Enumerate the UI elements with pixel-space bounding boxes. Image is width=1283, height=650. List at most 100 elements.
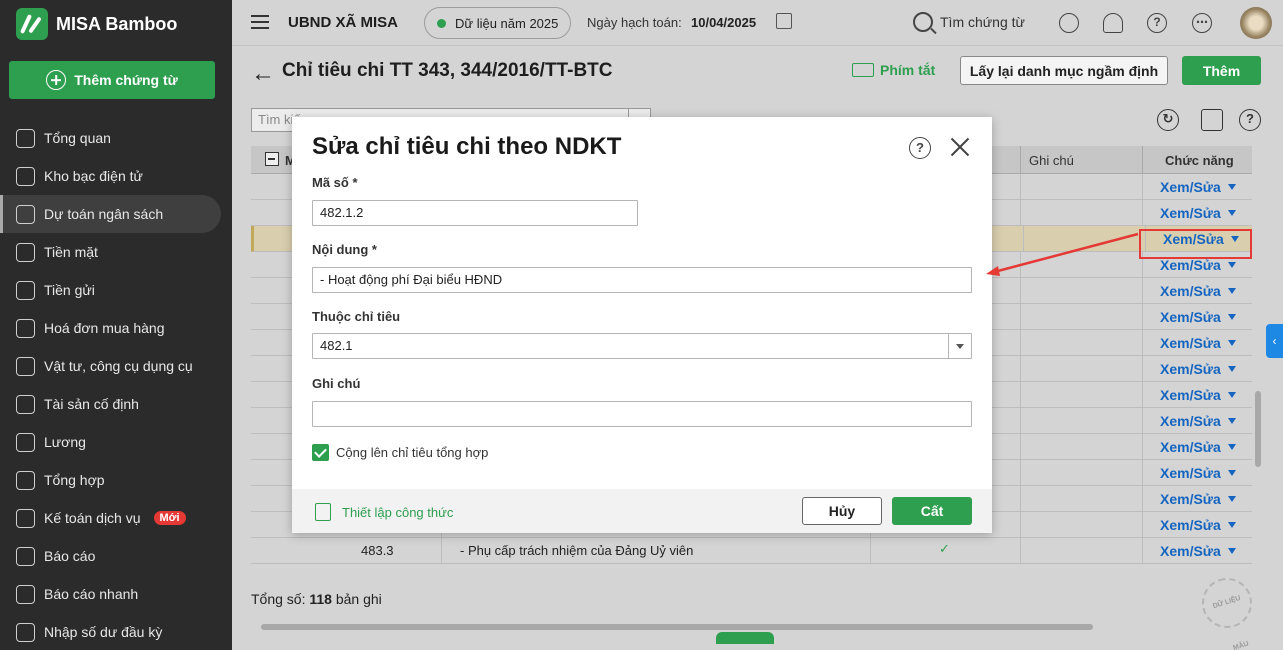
sidebar-item-tien-gui[interactable]: Tiền gửi — [0, 271, 232, 309]
view-edit-link[interactable]: Xem/Sửa — [1160, 309, 1221, 325]
calendar-icon[interactable] — [776, 13, 792, 29]
view-edit-link[interactable]: Xem/Sửa — [1160, 439, 1221, 455]
vertical-scrollbar[interactable] — [1255, 391, 1261, 467]
view-edit-link[interactable]: Xem/Sửa — [1160, 257, 1221, 273]
caret-down-icon[interactable] — [1228, 366, 1236, 372]
caret-down-icon[interactable] — [1228, 184, 1236, 190]
column-separator — [1020, 538, 1021, 564]
help-icon[interactable]: ? — [909, 137, 931, 159]
print-icon[interactable] — [1201, 109, 1223, 131]
sidebar-item-nhap-so-du[interactable]: Nhập số dư đầu kỳ — [0, 613, 232, 650]
column-separator — [1142, 408, 1143, 434]
gear-icon[interactable] — [1059, 13, 1079, 33]
content-label: Nội dung * — [312, 242, 377, 257]
sidebar-item-label: Tổng quan — [44, 130, 111, 146]
column-separator — [1020, 304, 1021, 330]
sum-up-checkbox[interactable] — [312, 444, 329, 461]
reset-default-button[interactable]: Lấy lại danh mục ngầm định — [960, 56, 1168, 85]
sidebar-item-tong-quan[interactable]: Tổng quan — [0, 119, 232, 157]
content-field[interactable]: - Hoạt động phí Đại biểu HĐND — [312, 267, 972, 293]
caret-down-icon[interactable] — [1228, 522, 1236, 528]
misa-logo-icon — [16, 8, 48, 40]
column-separator — [1142, 486, 1143, 512]
note-field[interactable] — [312, 401, 972, 427]
save-button[interactable]: Cất — [892, 497, 972, 525]
caret-down-icon[interactable] — [1228, 288, 1236, 294]
sidebar-item-vat-tu[interactable]: Vật tư, công cụ dụng cụ — [0, 347, 232, 385]
view-edit-link[interactable]: Xem/Sửa — [1160, 387, 1221, 403]
brand[interactable]: MISA Bamboo — [16, 8, 177, 40]
data-year-label: Dữ liệu năm 2025 — [455, 15, 559, 31]
bell-icon[interactable] — [1103, 13, 1123, 33]
caret-down-icon[interactable] — [1228, 418, 1236, 424]
caret-down-icon[interactable] — [1228, 444, 1236, 450]
dialog-title: Sửa chỉ tiêu chi theo NDKT — [312, 133, 622, 160]
caret-down-icon[interactable] — [1228, 262, 1236, 268]
sidebar-item-label: Báo cáo nhanh — [44, 586, 139, 602]
caret-down-icon[interactable] — [1228, 496, 1236, 502]
side-panel-toggle[interactable]: ‹ — [1266, 324, 1283, 358]
menu-icon[interactable] — [251, 15, 269, 29]
caret-down-icon[interactable] — [1228, 548, 1236, 554]
more-icon[interactable]: ⋯ — [1192, 13, 1212, 33]
sidebar-item-ke-toan-dich-vu[interactable]: Kế toán dịch vụ Mới — [0, 499, 232, 537]
cancel-button[interactable]: Hủy — [802, 497, 882, 525]
formula-setup-link[interactable]: Thiết lập công thức — [315, 503, 453, 521]
edit-dialog: Sửa chỉ tiêu chi theo NDKT ? Mã số * 482… — [292, 117, 992, 533]
opening-balance-icon — [16, 622, 35, 642]
shortcut-link[interactable]: Phím tắt — [852, 62, 935, 78]
sidebar-item-label: Kho bạc điện tử — [44, 168, 143, 184]
caret-down-icon[interactable] — [1228, 314, 1236, 320]
view-edit-link[interactable]: Xem/Sửa — [1160, 465, 1221, 481]
column-separator — [1020, 174, 1021, 200]
back-arrow-icon[interactable]: ← — [251, 60, 275, 88]
caret-down-icon[interactable] — [1228, 340, 1236, 346]
chevron-down-icon[interactable] — [948, 334, 971, 358]
view-edit-link[interactable]: Xem/Sửa — [1160, 335, 1221, 351]
help-icon[interactable]: ? — [1239, 109, 1261, 131]
monitor-icon — [16, 166, 35, 186]
sidebar-item-hoa-don[interactable]: Hoá đơn mua hàng — [0, 309, 232, 347]
select-all-checkbox[interactable] — [265, 152, 279, 166]
view-edit-link[interactable]: Xem/Sửa — [1160, 205, 1221, 221]
caret-down-icon[interactable] — [1228, 210, 1236, 216]
sidebar-item-tong-hop[interactable]: Tổng hợp — [0, 461, 232, 499]
view-edit-link[interactable]: Xem/Sửa — [1160, 283, 1221, 299]
column-separator — [1142, 538, 1143, 564]
org-name[interactable]: UBND XÃ MISA — [288, 14, 398, 31]
avatar[interactable] — [1240, 7, 1272, 39]
parent-select[interactable]: 482.1 — [312, 333, 972, 359]
sample-data-stamp: DỮ LIỆU MẪU — [1195, 571, 1259, 650]
total-value: 118 — [309, 591, 332, 607]
view-edit-link[interactable]: Xem/Sửa — [1160, 491, 1221, 507]
sidebar-item-bao-cao[interactable]: Báo cáo — [0, 537, 232, 575]
sidebar-item-tai-san[interactable]: Tài sản cố định — [0, 385, 232, 423]
add-voucher-button[interactable]: Thêm chứng từ — [9, 61, 215, 99]
table-row[interactable]: 483.3 - Phụ cấp trách nhiệm của Đảng Uỷ v… — [251, 538, 1252, 564]
sidebar-item-luong[interactable]: Lương — [0, 423, 232, 461]
posting-date-value[interactable]: 10/04/2025 — [691, 15, 756, 30]
horizontal-scrollbar[interactable] — [261, 624, 1093, 630]
sidebar-item-du-toan[interactable]: Dự toán ngân sách — [0, 195, 221, 233]
column-separator — [1020, 356, 1021, 382]
code-field[interactable]: 482.1.2 — [312, 200, 638, 226]
collapse-panel-button[interactable] — [716, 632, 774, 644]
caret-down-icon[interactable] — [1228, 392, 1236, 398]
sum-up-label[interactable]: Cộng lên chỉ tiêu tổng hợp — [336, 445, 488, 460]
close-icon[interactable] — [948, 135, 972, 159]
sidebar-item-bao-cao-nhanh[interactable]: Báo cáo nhanh — [0, 575, 232, 613]
caret-down-icon[interactable] — [1228, 470, 1236, 476]
view-edit-link[interactable]: Xem/Sửa — [1160, 517, 1221, 533]
view-edit-link[interactable]: Xem/Sửa — [1160, 413, 1221, 429]
add-button[interactable]: Thêm — [1182, 56, 1261, 85]
voucher-search[interactable]: Tìm chứng từ — [913, 12, 1025, 32]
tools-icon — [16, 356, 35, 376]
refresh-icon[interactable]: ↻ — [1157, 109, 1179, 131]
view-edit-link[interactable]: Xem/Sửa — [1160, 543, 1221, 559]
view-edit-link[interactable]: Xem/Sửa — [1160, 361, 1221, 377]
help-icon[interactable]: ? — [1147, 13, 1167, 33]
sidebar-item-tien-mat[interactable]: Tiền mặt — [0, 233, 232, 271]
view-edit-link[interactable]: Xem/Sửa — [1160, 179, 1221, 195]
data-year-selector[interactable]: Dữ liệu năm 2025 — [424, 7, 571, 39]
sidebar-item-kho-bac[interactable]: Kho bạc điện tử — [0, 157, 232, 195]
